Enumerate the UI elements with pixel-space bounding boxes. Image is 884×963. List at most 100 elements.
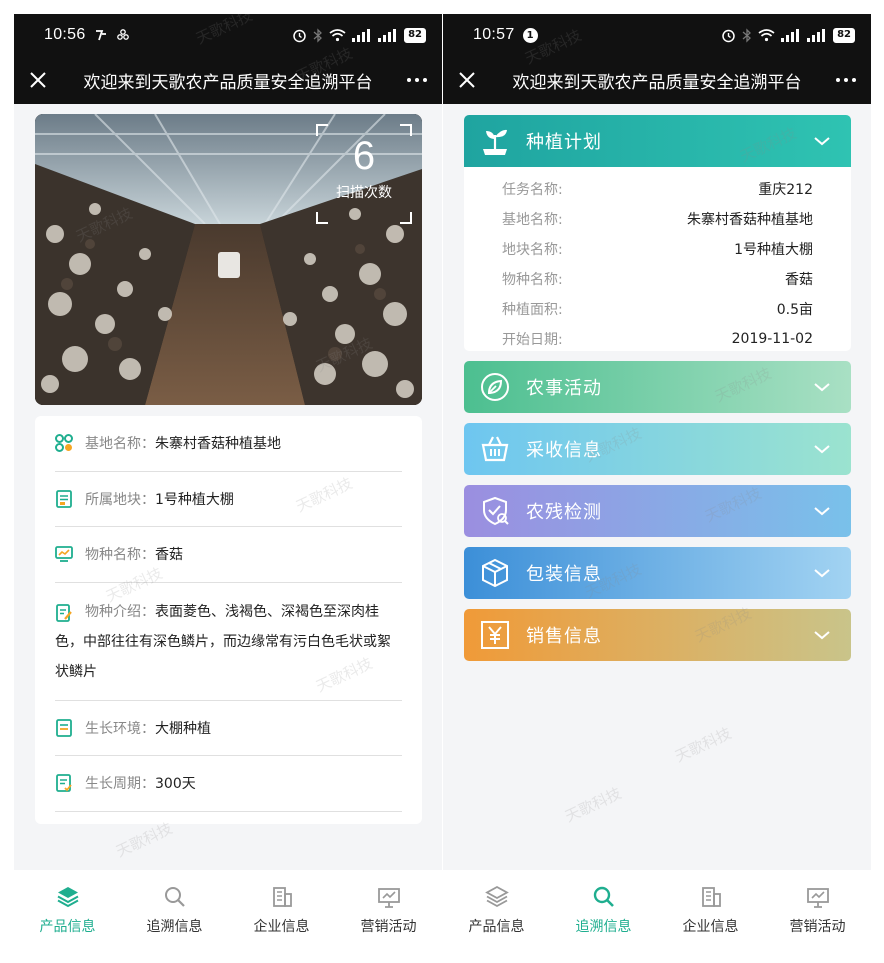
trace-info-screen: 10:57 1 82 欢迎来到天歌农产品质量安全追溯平台 种植计划 任务名称: … [443, 14, 871, 955]
plan-label: 种植面积: [502, 302, 563, 318]
more-icon[interactable] [404, 68, 430, 92]
info-row-environment: 生长环境： 大棚种植 [55, 701, 402, 756]
section-sales-info[interactable]: 销售信息 [464, 609, 851, 661]
bluetooth-icon [313, 27, 323, 43]
info-label: 基地名称： [85, 436, 155, 453]
info-value: 大棚种植 [155, 720, 211, 737]
bottom-tab-bar: 产品信息 追溯信息 企业信息 营销活动 [443, 870, 871, 955]
tab-product-info[interactable]: 产品信息 [443, 870, 550, 955]
section-harvest-info[interactable]: 采收信息 [464, 423, 851, 475]
plan-value: 0.5亩 [776, 302, 813, 318]
plan-value: 香菇 [785, 272, 813, 288]
section-title: 采收信息 [526, 440, 602, 461]
more-icon[interactable] [833, 68, 859, 92]
tab-label: 企业信息 [682, 919, 739, 935]
plan-row: 地块名称: 1号种植大棚 [502, 234, 813, 264]
status-bar: 10:57 1 82 [443, 14, 871, 56]
wifi-icon [758, 28, 775, 42]
plan-value: 朱寨村香菇种植基地 [687, 212, 813, 228]
cell-signal-icon-2 [378, 28, 398, 42]
watermark: 天歌科技 [672, 724, 735, 766]
section-title: 农残检测 [526, 502, 602, 523]
scan-label: 扫描次数 [336, 185, 392, 201]
seedling-icon [478, 124, 512, 158]
layers-icon [484, 885, 509, 908]
info-label: 物种介绍： [85, 603, 155, 620]
basket-icon [478, 432, 512, 466]
yuan-icon [478, 618, 512, 652]
cell-signal-icon-2 [807, 28, 827, 42]
tab-label: 营销活动 [360, 919, 417, 935]
stage: 10:56 82 欢迎来到天歌农产品质量安全追溯平台 6 扫描次数 基地名称： … [0, 0, 884, 963]
tab-marketing[interactable]: 营销活动 [764, 870, 871, 955]
leaf-icon [478, 370, 512, 404]
tab-company-info[interactable]: 企业信息 [228, 870, 335, 955]
plan-label: 物种名称: [502, 272, 563, 288]
plan-row: 任务名称: 重庆212 [502, 174, 813, 204]
page-title: 欢迎来到天歌农产品质量安全追溯平台 [83, 72, 373, 93]
building-icon [701, 887, 721, 907]
info-label: 生长周期： [85, 776, 155, 793]
scan-counter: 6 扫描次数 [316, 124, 412, 224]
section-pesticide-test[interactable]: 农残检测 [464, 485, 851, 537]
product-info-screen: 10:56 82 欢迎来到天歌农产品质量安全追溯平台 6 扫描次数 基地名称： … [14, 14, 442, 955]
tab-label: 产品信息 [468, 919, 525, 935]
signal-app-icon [94, 28, 108, 42]
tab-product-info[interactable]: 产品信息 [14, 870, 121, 955]
presentation-icon [377, 888, 400, 908]
tab-marketing[interactable]: 营销活动 [335, 870, 442, 955]
search-icon [164, 887, 185, 907]
chevron-down-icon [814, 137, 830, 146]
nav-bar: 欢迎来到天歌农产品质量安全追溯平台 [14, 56, 442, 104]
info-row-intro: 物种介绍：表面菱色、浅褐色、深褐色至深肉桂色，中部往往有深色鳞片，而边缘常有污白… [55, 583, 402, 701]
info-value: 300天 [155, 776, 196, 793]
close-icon[interactable] [455, 68, 479, 92]
plan-value: 1号种植大棚 [734, 242, 813, 258]
tab-company-info[interactable]: 企业信息 [657, 870, 764, 955]
tab-trace-info[interactable]: 追溯信息 [121, 870, 228, 955]
tab-label: 企业信息 [253, 919, 310, 935]
chevron-down-icon [814, 445, 830, 454]
section-title: 农事活动 [526, 378, 602, 399]
environment-icon [55, 718, 73, 737]
shield-check-icon [478, 494, 512, 528]
info-row-cycle: 生长周期： 300天 [55, 756, 402, 812]
close-icon[interactable] [26, 68, 50, 92]
tab-trace-info[interactable]: 追溯信息 [550, 870, 657, 955]
status-time: 10:56 [44, 26, 86, 43]
plan-row: 种植面积: 0.5亩 [502, 294, 813, 324]
plot-icon [55, 489, 73, 508]
scan-count: 6 [352, 134, 376, 178]
info-value: 朱寨村香菇种植基地 [155, 436, 281, 453]
battery-indicator: 82 [833, 27, 855, 43]
presentation-icon [806, 888, 829, 908]
info-label: 物种名称： [85, 547, 155, 564]
search-icon [593, 886, 614, 907]
building-icon [272, 887, 292, 907]
section-packaging-info[interactable]: 包装信息 [464, 547, 851, 599]
cycle-icon [55, 774, 73, 793]
status-bar: 10:56 82 [14, 14, 442, 56]
plan-row: 基地名称: 朱寨村香菇种植基地 [502, 204, 813, 234]
product-photo: 6 扫描次数 [35, 114, 422, 405]
info-value: 1号种植大棚 [155, 491, 234, 508]
plan-label: 任务名称: [502, 182, 563, 198]
plan-label: 地块名称: [502, 242, 563, 258]
battery-indicator: 82 [404, 27, 426, 43]
planting-plan-details: 任务名称: 重庆212 基地名称: 朱寨村香菇种植基地 地块名称: 1号种植大棚… [464, 167, 851, 351]
section-planting-plan[interactable]: 种植计划 [464, 115, 851, 167]
plan-label: 开始日期: [502, 332, 563, 348]
info-value: 香菇 [155, 547, 183, 564]
wifi-icon [329, 28, 346, 42]
box-icon [478, 556, 512, 590]
alarm-icon [292, 28, 307, 43]
layers-icon [57, 887, 78, 908]
alarm-icon [721, 28, 736, 43]
page-title: 欢迎来到天歌农产品质量安全追溯平台 [512, 72, 802, 93]
nav-bar: 欢迎来到天歌农产品质量安全追溯平台 [443, 56, 871, 104]
section-title: 销售信息 [526, 626, 602, 647]
cell-signal-icon [352, 28, 372, 42]
section-farm-activity[interactable]: 农事活动 [464, 361, 851, 413]
info-label: 所属地块： [85, 491, 155, 508]
watermark: 天歌科技 [562, 784, 625, 826]
